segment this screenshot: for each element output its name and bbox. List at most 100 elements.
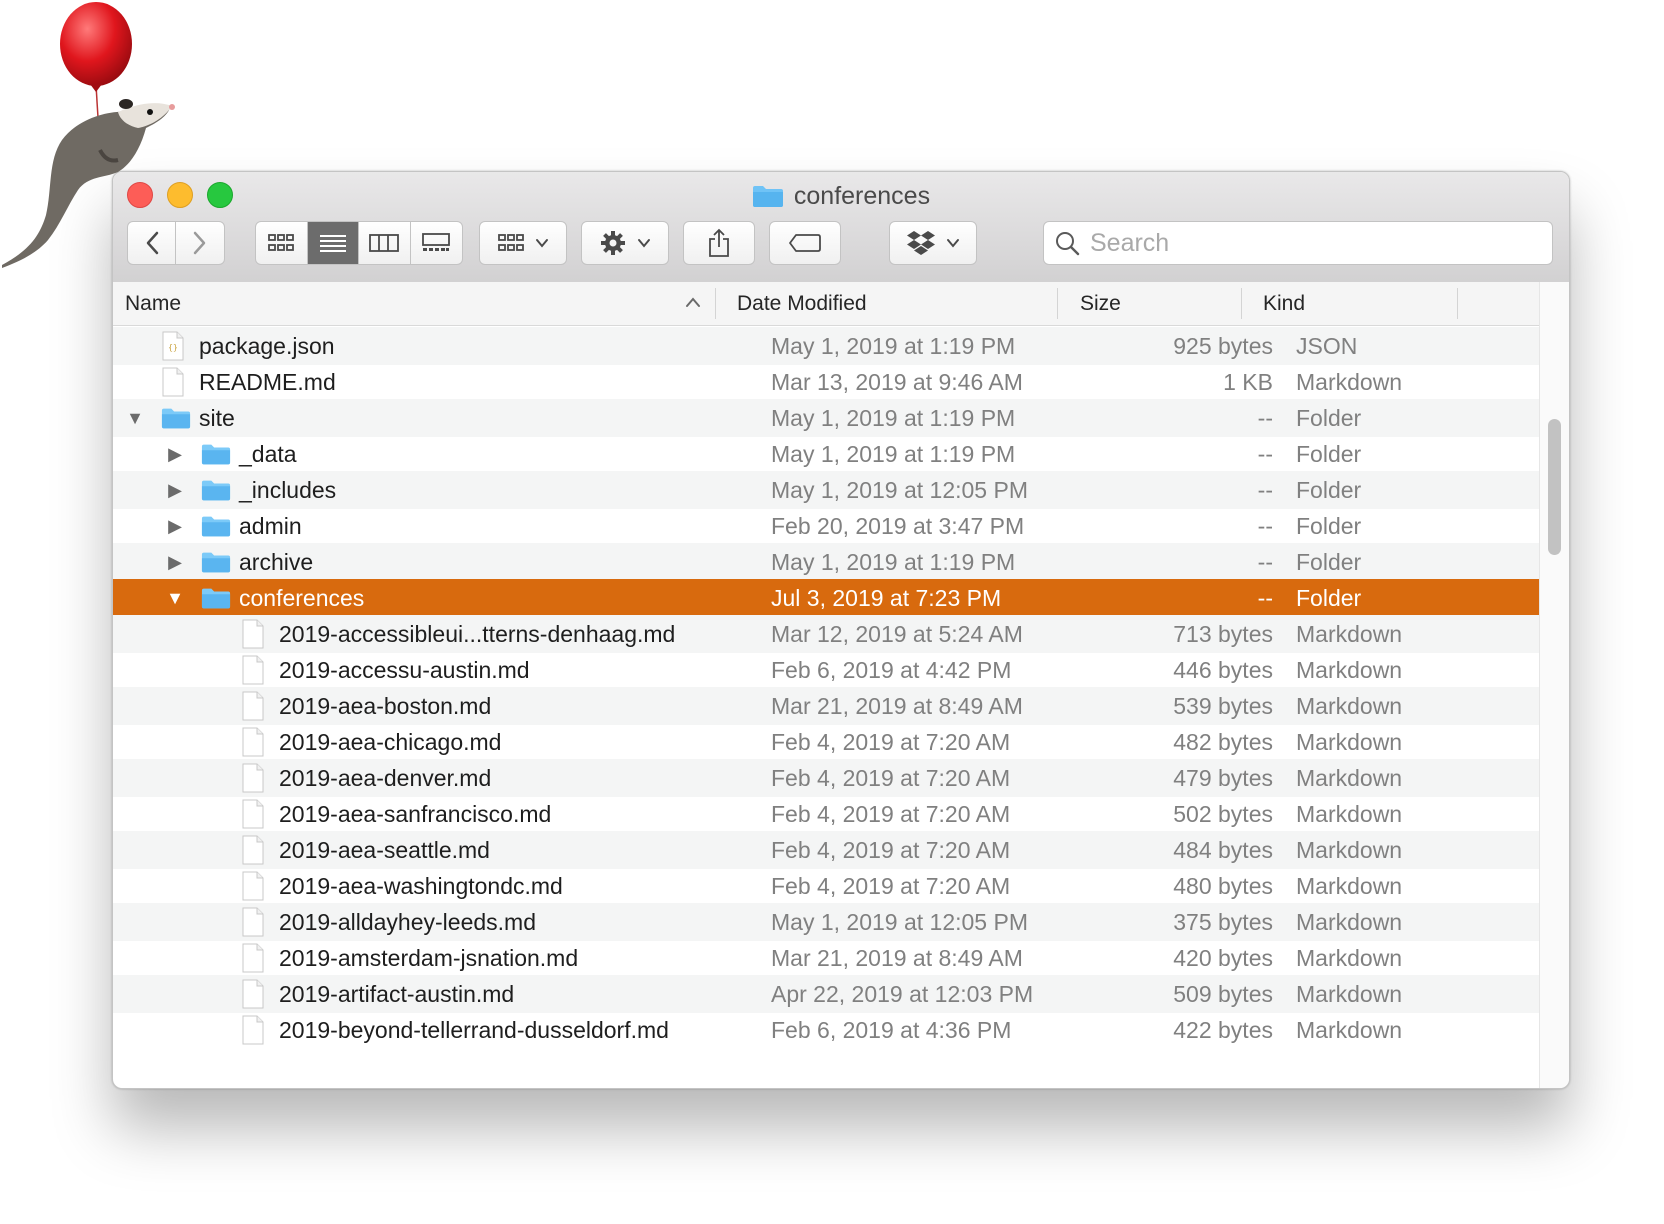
document-icon — [161, 366, 185, 398]
possum-balloon-image — [2, 2, 175, 269]
file-name: 2019-aea-washingtondc.md — [279, 873, 563, 899]
list-row[interactable]: 2019-accessu-austin.md Feb 6, 2019 at 4:4… — [113, 651, 1539, 689]
dropbox-button[interactable] — [889, 221, 977, 265]
file-name: package.json — [199, 333, 335, 359]
file-name: _data — [239, 441, 297, 467]
list-row[interactable]: 2019-accessibleui...tterns-denhaag.md Mar… — [113, 615, 1539, 653]
window-title: conferences — [113, 180, 1569, 212]
action-menu-button[interactable] — [581, 221, 669, 265]
file-size: 446 bytes — [1173, 657, 1273, 683]
list-row[interactable]: 2019-aea-sanfrancisco.md Feb 4, 2019 at 7… — [113, 795, 1539, 833]
gear-icon — [601, 231, 625, 255]
list-view-button[interactable] — [307, 222, 359, 264]
date-modified: Feb 4, 2019 at 7:20 AM — [771, 765, 1011, 791]
sort-ascending-icon — [686, 297, 700, 307]
file-size: 1 KB — [1223, 369, 1273, 395]
file-size: -- — [1257, 441, 1273, 467]
list-row[interactable]: 2019-amsterdam-jsnation.md Mar 21, 2019 a… — [113, 939, 1539, 977]
file-size: -- — [1257, 585, 1273, 611]
gallery-view-button[interactable] — [411, 222, 463, 264]
date-modified: May 1, 2019 at 1:19 PM — [771, 549, 1016, 575]
list-row[interactable]: ▶ _includes May 1, 2019 at 12:05 PM -- Folde… — [113, 471, 1539, 509]
disclosure-collapsed-icon[interactable]: ▶ — [165, 543, 185, 581]
list-row[interactable]: 2019-aea-seattle.md Feb 4, 2019 at 7:20 A… — [113, 831, 1539, 869]
list-row[interactable]: ▶ admin Feb 20, 2019 at 3:47 PM -- Folder — [113, 507, 1539, 545]
name-column-label: Name — [125, 291, 182, 315]
list-row[interactable]: 2019-aea-denver.md Feb 4, 2019 at 7:20 AM… — [113, 759, 1539, 797]
folder-icon — [201, 510, 231, 542]
list-row-selected[interactable]: ▼ conferences Jul 3, 2019 at 7:23 PM -- Fold… — [113, 579, 1539, 617]
file-size: 539 bytes — [1173, 693, 1273, 719]
icon-view-icon — [268, 234, 295, 251]
disclosure-expanded-icon[interactable]: ▼ — [165, 579, 185, 617]
kind-column-header[interactable]: Kind — [1263, 282, 1443, 325]
file-size: 420 bytes — [1173, 945, 1273, 971]
date-modified: Mar 13, 2019 at 9:46 AM — [771, 369, 1023, 395]
file-name: site — [199, 405, 235, 431]
date-modified: Mar 21, 2019 at 8:49 AM — [771, 693, 1023, 719]
list-row[interactable]: 2019-aea-boston.md Mar 21, 2019 at 8:49 A… — [113, 687, 1539, 725]
document-icon — [241, 726, 265, 758]
list-row[interactable]: 2019-beyond-tellerrand-dusseldorf.md Feb … — [113, 1011, 1539, 1049]
tag-button[interactable] — [769, 221, 841, 265]
file-size: -- — [1257, 513, 1273, 539]
scrollbar-thumb[interactable] — [1548, 419, 1561, 555]
list-row[interactable]: 2019-alldayhey-leeds.md May 1, 2019 at 12… — [113, 903, 1539, 941]
file-kind: Folder — [1296, 549, 1362, 575]
list-row[interactable]: 2019-aea-washingtondc.md Feb 4, 2019 at 7… — [113, 867, 1539, 905]
search-field[interactable] — [1043, 221, 1553, 265]
name-column-header[interactable]: Name — [125, 282, 685, 325]
column-divider[interactable] — [715, 288, 716, 319]
column-view-button[interactable] — [359, 222, 411, 264]
share-button[interactable] — [683, 221, 755, 265]
folder-icon — [201, 474, 231, 506]
date-modified-column-header[interactable]: Date Modified — [737, 282, 1037, 325]
group-by-button[interactable] — [479, 221, 567, 265]
file-name: _includes — [239, 477, 337, 503]
search-icon — [1056, 232, 1080, 256]
list-row[interactable]: {} package.json May 1, 2019 at 1:19 PM 925 … — [113, 327, 1539, 365]
window-title-text: conferences — [793, 181, 931, 210]
file-name: conferences — [239, 585, 365, 611]
disclosure-collapsed-icon[interactable]: ▶ — [165, 507, 185, 545]
file-kind: Markdown — [1296, 801, 1403, 827]
group-by-icon — [498, 234, 524, 251]
column-divider[interactable] — [1057, 288, 1058, 319]
list-row[interactable]: README.md Mar 13, 2019 at 9:46 AM 1 KB Mark… — [113, 363, 1539, 401]
disclosure-collapsed-icon[interactable]: ▶ — [165, 435, 185, 473]
file-name: 2019-aea-denver.md — [279, 765, 492, 791]
file-size: -- — [1257, 477, 1273, 503]
icon-view-button[interactable] — [256, 222, 308, 264]
file-kind: Markdown — [1296, 873, 1403, 899]
column-divider[interactable] — [1457, 288, 1458, 319]
document-icon — [241, 798, 265, 830]
list-row[interactable]: ▼ site May 1, 2019 at 1:19 PM -- Folder — [113, 399, 1539, 437]
list-row[interactable]: ▶ _data May 1, 2019 at 1:19 PM -- Folder — [113, 435, 1539, 473]
list-row[interactable]: 2019-aea-chicago.md Feb 4, 2019 at 7:20 A… — [113, 723, 1539, 761]
chevron-down-icon — [536, 239, 548, 248]
size-column-header[interactable]: Size — [1080, 282, 1230, 325]
dropbox-icon — [907, 231, 935, 255]
column-divider[interactable] — [1241, 288, 1242, 319]
document-icon — [241, 834, 265, 866]
file-size: 484 bytes — [1173, 837, 1273, 863]
document-icon — [241, 618, 265, 650]
list-view-icon — [319, 235, 346, 252]
search-input[interactable] — [1088, 227, 1532, 259]
document-icon — [241, 654, 265, 686]
list-row[interactable]: 2019-artifact-austin.md Apr 22, 2019 at 1… — [113, 975, 1539, 1013]
date-modified: Mar 21, 2019 at 8:49 AM — [771, 945, 1023, 971]
document-icon — [241, 690, 265, 722]
list-row[interactable]: ▶ archive May 1, 2019 at 1:19 PM -- Folder — [113, 543, 1539, 581]
file-kind: Markdown — [1296, 945, 1403, 971]
disclosure-expanded-icon[interactable]: ▼ — [125, 399, 145, 437]
view-mode-control — [255, 221, 463, 265]
date-modified: Feb 4, 2019 at 7:20 AM — [771, 801, 1011, 827]
file-name: 2019-alldayhey-leeds.md — [279, 909, 536, 935]
file-name: 2019-aea-sanfrancisco.md — [279, 801, 552, 827]
date-modified: Feb 4, 2019 at 7:20 AM — [771, 837, 1011, 863]
disclosure-collapsed-icon[interactable]: ▶ — [165, 471, 185, 509]
vertical-scrollbar[interactable] — [1539, 282, 1569, 1088]
json-file-icon: {} — [161, 330, 185, 362]
file-kind: Markdown — [1296, 729, 1403, 755]
